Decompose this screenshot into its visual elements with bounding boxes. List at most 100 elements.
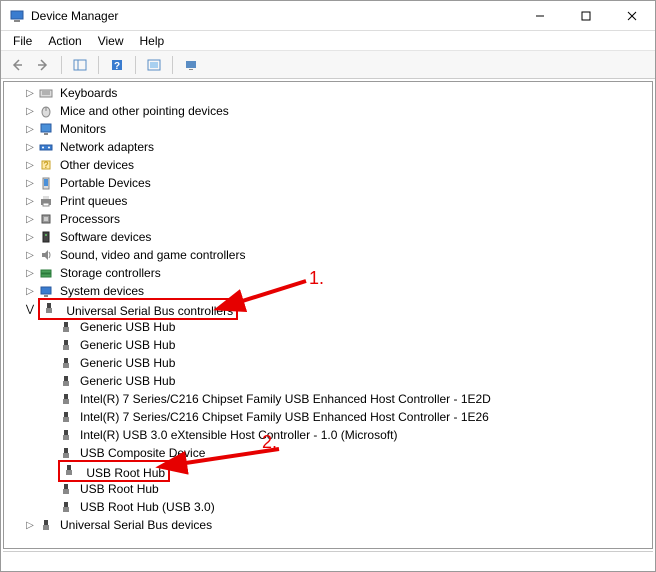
usb-icon [58,337,74,353]
tree-category-label: Sound, video and game controllers [58,248,247,262]
tree-device-item[interactable]: Intel(R) 7 Series/C216 Chipset Family US… [4,390,652,408]
usb-icon [61,462,77,478]
expand-icon[interactable]: ▷ [22,250,38,261]
tree-category-label: Universal Serial Bus devices [58,518,214,532]
usb-icon [58,355,74,371]
tree-device-item[interactable]: Intel(R) USB 3.0 eXtensible Host Control… [4,426,652,444]
tree-category-processors[interactable]: ▷ Processors [4,210,652,228]
tree-device-label: USB Root Hub (USB 3.0) [78,500,217,514]
device-tree-container: ▷ Keyboards ▷ Mice and other pointing de… [3,81,653,549]
window-title: Device Manager [31,9,118,23]
tree-category-label: Print queues [58,194,129,208]
expand-icon[interactable]: ▷ [22,232,38,243]
expand-icon[interactable]: ▷ [22,196,38,207]
tree-device-label: Intel(R) USB 3.0 eXtensible Host Control… [78,428,399,442]
expand-icon[interactable]: ▷ [22,124,38,135]
show-hide-console-tree-button[interactable] [68,54,92,76]
expand-icon[interactable]: ▷ [22,160,38,171]
maximize-button[interactable] [563,1,609,30]
tree-device-item[interactable]: Intel(R) 7 Series/C216 Chipset Family US… [4,408,652,426]
tree-device-item[interactable]: Generic USB Hub [4,354,652,372]
tree-device-label: USB Root Hub [84,466,167,480]
tree-category-other[interactable]: ▷ ? Other devices [4,156,652,174]
tree-category-printers[interactable]: ▷ Print queues [4,192,652,210]
tree-category-label: Other devices [58,158,136,172]
expand-icon[interactable]: ▷ [22,106,38,117]
minimize-button[interactable] [517,1,563,30]
expand-icon[interactable]: ▷ [22,286,38,297]
menu-help[interactable]: Help [132,32,173,50]
scan-hardware-button[interactable] [142,54,166,76]
svg-text:?: ? [43,160,49,170]
tree-category-storage[interactable]: ▷ Storage controllers [4,264,652,282]
tree-category-keyboards[interactable]: ▷ Keyboards [4,84,652,102]
system-icon [38,283,54,299]
annotation-highlight-2: USB Root Hub [58,460,170,482]
close-button[interactable] [609,1,655,30]
expand-icon[interactable]: ▷ [22,268,38,279]
tree-category-label: System devices [58,284,146,298]
show-hidden-devices-button[interactable] [179,54,203,76]
svg-text:?: ? [114,61,120,72]
statusbar [3,551,653,569]
tree-category-software[interactable]: ▷ Software devices [4,228,652,246]
tree-device-item[interactable]: USB Root Hub [4,480,652,498]
expand-icon[interactable]: ▷ [22,178,38,189]
usb-icon [58,319,74,335]
expand-icon[interactable]: ▷ [22,520,38,531]
tree-device-label: Generic USB Hub [78,374,177,388]
sound-icon [38,247,54,263]
usb-icon [58,445,74,461]
portable-icon [38,175,54,191]
usb-icon [58,391,74,407]
tree-device-item[interactable]: Generic USB Hub [4,318,652,336]
back-button[interactable] [5,54,29,76]
usb-icon [58,427,74,443]
menu-view[interactable]: View [90,32,132,50]
tree-category-portable[interactable]: ▷ Portable Devices [4,174,652,192]
other-devices-icon: ? [38,157,54,173]
tree-category-sound[interactable]: ▷ Sound, video and game controllers [4,246,652,264]
annotation-highlight-1: Universal Serial Bus controllers [38,298,238,320]
tree-device-label: USB Composite Device [78,446,207,460]
tree-category-usb-devices[interactable]: ▷ Universal Serial Bus devices [4,516,652,534]
toolbar-separator [61,56,62,74]
expand-icon[interactable]: ▷ [22,88,38,99]
forward-button[interactable] [31,54,55,76]
tree-category-label: Monitors [58,122,108,136]
app-icon [9,8,25,24]
tree-device-item[interactable]: USB Root Hub (USB 3.0) [4,498,652,516]
help-button[interactable]: ? [105,54,129,76]
expand-icon[interactable]: ▷ [22,214,38,225]
menubar: File Action View Help [1,31,655,51]
expand-icon[interactable]: ▷ [22,142,38,153]
tree-category-usb-controllers[interactable]: ⋁ Universal Serial Bus controllers [4,300,652,318]
menu-action[interactable]: Action [40,32,89,50]
menu-file[interactable]: File [5,32,40,50]
tree-category-mice[interactable]: ▷ Mice and other pointing devices [4,102,652,120]
cpu-icon [38,211,54,227]
tree-category-monitors[interactable]: ▷ Monitors [4,120,652,138]
collapse-icon[interactable]: ⋁ [22,304,38,315]
printer-icon [38,193,54,209]
usb-icon [58,499,74,515]
tree-category-label: Software devices [58,230,153,244]
usb-icon [58,481,74,497]
usb-icon [58,409,74,425]
tree-device-label: Generic USB Hub [78,320,177,334]
tree-category-label: Universal Serial Bus controllers [64,304,235,318]
usb-icon [38,517,54,533]
keyboard-icon [38,85,54,101]
usb-icon [58,373,74,389]
tree-device-item[interactable]: Generic USB Hub [4,336,652,354]
usb-icon [41,300,57,316]
tree-category-network[interactable]: ▷ Network adapters [4,138,652,156]
titlebar: Device Manager [1,1,655,31]
tree-category-label: Keyboards [58,86,119,100]
tree-category-label: Portable Devices [58,176,153,190]
tree-device-usb-root-hub[interactable]: USB Root Hub [4,462,652,480]
tree-device-item[interactable]: Generic USB Hub [4,372,652,390]
tree-device-label: Generic USB Hub [78,338,177,352]
network-icon [38,139,54,155]
device-tree[interactable]: ▷ Keyboards ▷ Mice and other pointing de… [4,82,652,548]
